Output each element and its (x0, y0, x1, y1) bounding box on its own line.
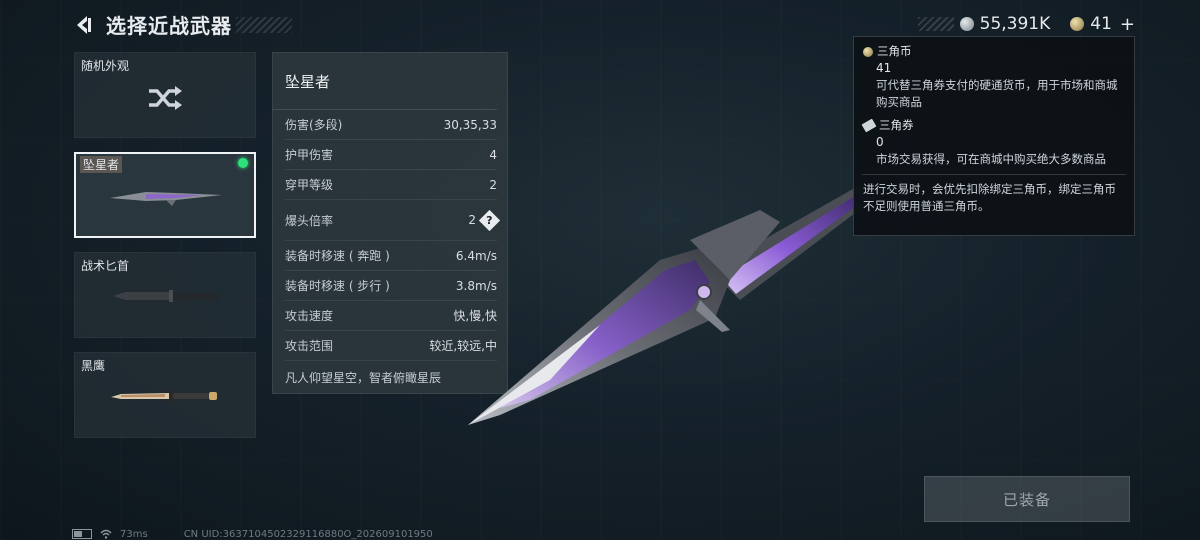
tooltip-ticket-title: 三角券 (879, 118, 914, 132)
tooltip-ticket-amount: 0 (876, 135, 884, 149)
weapon-card-label: 随机外观 (81, 59, 130, 73)
weapon-card-tactical-dagger[interactable]: 战术匕首 (74, 252, 256, 338)
ping-value: 73ms (120, 528, 148, 540)
tooltip-coin-desc: 可代替三角券支付的硬通货币，用于市场和商城购买商品 (876, 78, 1118, 109)
weapon-card-black-hawk[interactable]: 黑鹰 (74, 352, 256, 438)
equipped-indicator (238, 158, 248, 168)
gold-amount[interactable]: 41 (1090, 14, 1112, 34)
stat-label: 护甲伤害 (285, 148, 334, 162)
page-title: 选择近战武器 (106, 14, 232, 38)
title-decoration (236, 16, 292, 33)
stat-label: 爆头倍率 (285, 213, 334, 228)
starfaller-knife-render (468, 185, 875, 425)
starfaller-thumbnail (110, 192, 222, 206)
stat-label: 伤害(多段) (285, 118, 343, 132)
black-hawk-thumbnail (111, 389, 217, 403)
weapon-card-label: 黑鹰 (81, 359, 106, 373)
stat-label: 穿甲等级 (285, 178, 334, 192)
stat-label: 攻击范围 (285, 339, 334, 353)
wifi-icon (100, 529, 112, 539)
tooltip-ticket-section: 三角券 0 市场交易获得，可在商城中购买绝大多数商品 (854, 111, 1134, 168)
gold-coin-icon (863, 46, 873, 57)
shuffle-icon (149, 86, 182, 110)
battery-icon (72, 529, 92, 539)
tooltip-note: 进行交易时，会优先扣除绑定三角币，绑定三角币不足则使用普通三角币。 (863, 182, 1116, 213)
tooltip-coin-amount: 41 (876, 61, 892, 75)
tactical-dagger-thumbnail (113, 290, 219, 302)
silver-amount: 55,391K (979, 14, 1051, 34)
weapon-card-starfaller[interactable]: 坠星者 (74, 152, 256, 238)
tooltip-coin-title: 三角币 (877, 44, 912, 58)
weapon-card-random[interactable]: 随机外观 (74, 52, 256, 138)
weapon-list: 随机外观 坠星者 战术匕首 黑鹰 (74, 52, 256, 452)
tooltip-ticket-header: 三角券 (861, 117, 1126, 134)
status-bar: 73ms CN UID:3637104502329116880O_2026091… (72, 528, 433, 540)
stat-label: 装备时移速 ( 奔跑 ) (285, 249, 390, 263)
stat-label: 装备时移速 ( 步行 ) (285, 279, 390, 293)
stat-row-damage: 伤害(多段) 30,35,33 (285, 110, 497, 140)
stat-label: 攻击速度 (285, 309, 334, 323)
ticket-icon (861, 118, 877, 133)
back-button[interactable] (72, 11, 94, 39)
player-uid: CN UID:3637104502329116880O_202609101950 (183, 528, 433, 540)
currency-decoration (917, 17, 954, 31)
equipped-button[interactable]: 已装备 (924, 476, 1130, 522)
weapon-card-label: 坠星者 (80, 156, 123, 173)
back-arrow-icon (77, 15, 91, 34)
tooltip-ticket-desc: 市场交易获得，可在商城中购买绝大多数商品 (876, 152, 1106, 166)
page-header: 选择近战武器 (72, 10, 292, 39)
stat-value: 30,35,33 (443, 117, 497, 132)
currency-bar: 55,391K 41 + (917, 14, 1135, 35)
weapon-card-label: 战术匕首 (81, 259, 130, 273)
weapon-name: 坠星者 (273, 53, 497, 110)
tooltip-coin-header: 三角币 (863, 43, 1126, 60)
silver-coin-icon (959, 17, 974, 31)
gold-coin-icon (1070, 17, 1085, 31)
currency-tooltip: 三角币 41 可代替三角券支付的硬通货币，用于市场和商城购买商品 三角券 0 市… (853, 36, 1135, 236)
tooltip-coin-section: 三角币 41 可代替三角券支付的硬通货币，用于市场和商城购买商品 (854, 37, 1134, 111)
add-currency-button[interactable]: + (1120, 14, 1135, 35)
